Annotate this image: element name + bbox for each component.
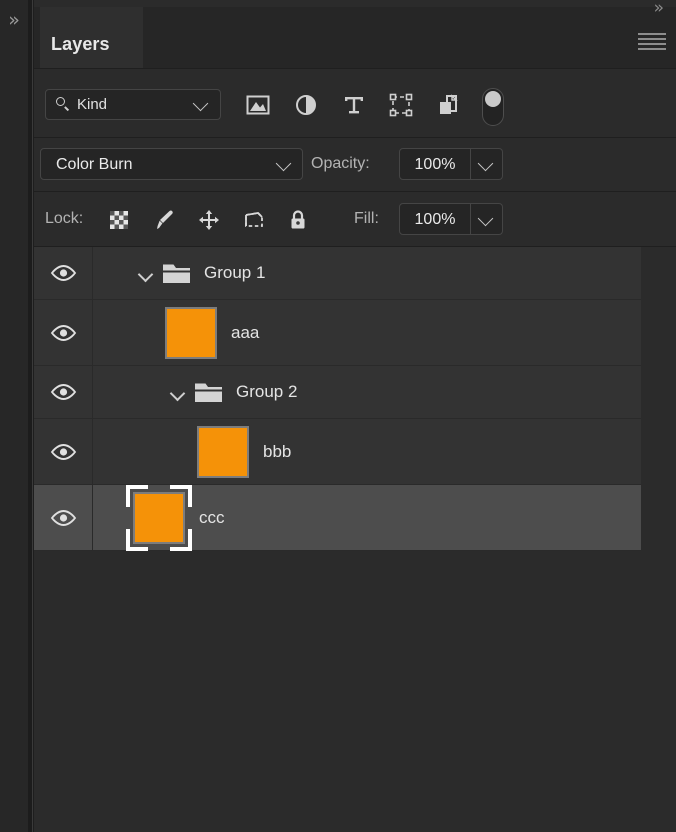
chevron-down-icon <box>477 155 494 172</box>
lock-row: Lock: Fill: 100% <box>34 192 676 247</box>
eye-icon[interactable] <box>50 324 77 341</box>
layer-thumbnail-fill <box>199 427 247 476</box>
lock-position-icon[interactable] <box>197 208 221 232</box>
left-dock-strip <box>0 0 28 832</box>
dock-divider <box>28 0 33 832</box>
group-expand-chevron-icon[interactable] <box>169 385 186 402</box>
chevron-down-icon <box>275 155 292 172</box>
group-expand-chevron-icon[interactable] <box>137 266 154 283</box>
blend-mode-dropdown[interactable]: Color Burn <box>40 148 303 180</box>
layer-name-label: Group 2 <box>236 382 298 401</box>
blend-mode-value: Color Burn <box>56 156 133 173</box>
filter-kind-dropdown[interactable]: Kind <box>45 89 221 120</box>
folder-icon <box>194 382 223 403</box>
layer-thumbnail-fill <box>135 493 183 542</box>
fill-label: Fill: <box>354 210 379 227</box>
layer-row[interactable]: Group 2 <box>34 366 641 419</box>
layer-visibility-cell[interactable] <box>34 300 93 365</box>
layer-name-label: Group 1 <box>204 263 266 282</box>
panel-header: Layers » <box>34 0 676 69</box>
layer-thumbnail[interactable] <box>133 491 185 544</box>
filter-adjustment-icon[interactable] <box>293 93 319 117</box>
filter-text-icon[interactable] <box>341 93 367 117</box>
layer-name-label: bbb <box>263 441 292 461</box>
filter-shape-icon[interactable] <box>388 93 414 117</box>
layers-panel: Layers » Kind Color Burn Opacity: 100% L… <box>34 0 676 832</box>
panel-collapse-chevron-icon[interactable]: » <box>654 0 664 18</box>
lock-image-pixels-icon[interactable] <box>153 208 177 232</box>
layer-row[interactable]: bbb <box>34 419 641 485</box>
chevron-down-icon <box>192 95 209 112</box>
layer-name-label: ccc <box>199 507 225 527</box>
layer-row[interactable]: Group 1 <box>34 247 641 300</box>
eye-icon[interactable] <box>50 509 77 526</box>
layer-visibility-cell[interactable] <box>34 247 93 299</box>
layer-row[interactable]: ccc <box>34 484 641 551</box>
layer-thumbnail[interactable] <box>197 425 249 478</box>
blend-mode-row: Color Burn Opacity: 100% <box>34 138 676 192</box>
layer-row-body: ccc <box>93 484 641 551</box>
filter-image-icon[interactable] <box>245 93 271 117</box>
layer-visibility-cell[interactable] <box>34 419 93 484</box>
fill-value: 100% <box>414 211 456 228</box>
opacity-stepper[interactable] <box>471 148 503 180</box>
search-icon <box>56 97 71 112</box>
layer-visibility-cell[interactable] <box>34 366 93 418</box>
layer-row-body: aaa <box>93 300 641 365</box>
layer-visibility-cell[interactable] <box>34 485 93 550</box>
fill-stepper[interactable] <box>471 203 503 235</box>
filter-row: Kind <box>34 69 676 138</box>
eye-icon[interactable] <box>50 443 77 460</box>
layer-row-body: bbb <box>93 419 641 484</box>
filter-kind-label: Kind <box>77 96 108 113</box>
layer-row-body: Group 1 <box>93 247 641 299</box>
filter-enable-toggle[interactable] <box>482 88 504 126</box>
fill-input[interactable]: 100% <box>399 203 471 235</box>
layer-thumbnail-fill <box>167 308 215 357</box>
lock-artboard-nesting-icon[interactable] <box>242 208 266 232</box>
hamburger-menu-icon[interactable] <box>638 33 666 51</box>
layer-thumbnail[interactable] <box>165 306 217 359</box>
eye-icon[interactable] <box>50 265 77 281</box>
lock-all-icon[interactable] <box>286 208 310 232</box>
opacity-value: 100% <box>414 156 456 173</box>
folder-icon <box>162 263 191 284</box>
layer-row-body: Group 2 <box>93 366 641 418</box>
opacity-label: Opacity: <box>311 155 370 172</box>
layer-row[interactable]: aaa <box>34 300 641 366</box>
eye-icon[interactable] <box>50 384 77 400</box>
filter-toggle-knob <box>485 91 501 107</box>
double-chevron-right-icon[interactable]: » <box>2 8 26 32</box>
filter-smart-object-icon[interactable] <box>436 93 462 117</box>
lock-label: Lock: <box>45 210 84 227</box>
chevron-down-icon <box>477 210 494 227</box>
layer-name-label: aaa <box>231 322 260 342</box>
opacity-input[interactable]: 100% <box>399 148 471 180</box>
layer-list: Group 1 aaa Group 2 bbb ccc <box>34 247 641 551</box>
lock-transparency-icon[interactable] <box>107 208 131 232</box>
tab-layers-label: Layers <box>51 34 110 54</box>
